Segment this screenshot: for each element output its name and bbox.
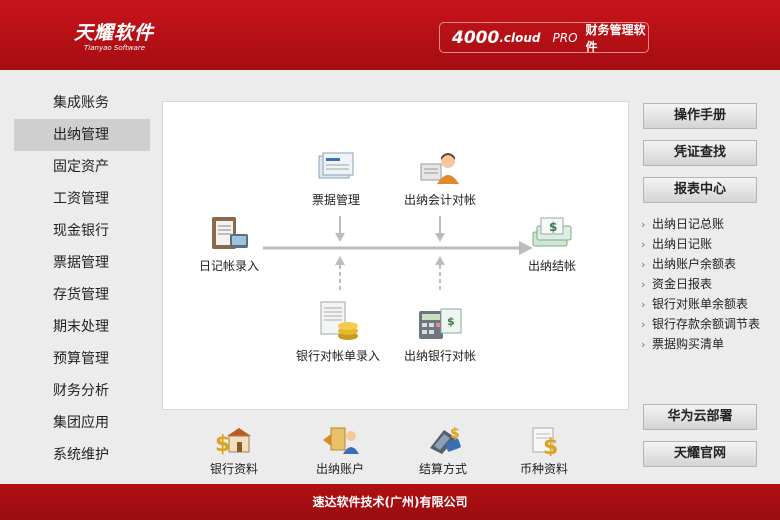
chevron-right-icon: › bbox=[641, 218, 646, 231]
nav-item-financial-analysis[interactable]: 财务分析 bbox=[14, 375, 150, 407]
nav-item-group-app[interactable]: 集团应用 bbox=[14, 407, 150, 439]
nav-item-cash-bank[interactable]: 现金银行 bbox=[14, 215, 150, 247]
nav-item-period-end[interactable]: 期末处理 bbox=[14, 311, 150, 343]
account-user-icon bbox=[323, 427, 359, 454]
chevron-right-icon: › bbox=[641, 278, 646, 291]
voucher-search-button[interactable]: 凭证查找 bbox=[643, 140, 757, 166]
report-link[interactable]: › 出纳日记账 bbox=[641, 234, 760, 254]
report-link-label: 银行对账单余额表 bbox=[652, 297, 749, 311]
report-link-label: 票据购买清单 bbox=[652, 337, 725, 351]
nav-item-budget[interactable]: 预算管理 bbox=[14, 343, 150, 375]
logo-cn: 天耀软件 bbox=[74, 22, 155, 44]
flow-journal-entry[interactable]: 日记帐录入 bbox=[199, 214, 259, 274]
statement-coins-icon bbox=[320, 301, 358, 340]
product-cloud: .cloud bbox=[499, 30, 541, 45]
tianyao-logo: 天耀软件 Tianyao Software bbox=[74, 18, 154, 52]
footer: 速达软件技术(广州)有限公司 bbox=[0, 484, 780, 520]
report-center-button[interactable]: 报表中心 bbox=[643, 177, 757, 203]
quick-bank-info-label: 银行资料 bbox=[210, 462, 259, 476]
chevron-right-icon: › bbox=[641, 318, 646, 331]
nav-item-integrated-accounting[interactable]: 集成账务 bbox=[14, 87, 150, 119]
report-link-label: 银行存款余额调节表 bbox=[652, 317, 761, 331]
nav-item-fixed-assets[interactable]: 固定资产 bbox=[14, 151, 150, 183]
flow-journal-entry-label: 日记帐录入 bbox=[199, 259, 260, 273]
app-header: 天耀软件 Tianyao Software 4000 .cloud PRO 财务… bbox=[0, 0, 780, 70]
svg-text:$: $ bbox=[215, 432, 230, 456]
quick-settlement-method[interactable]: $ 结算方式 bbox=[419, 424, 467, 477]
report-link-label: 出纳日记总账 bbox=[652, 217, 725, 231]
nav-item-inventory[interactable]: 存货管理 bbox=[14, 279, 150, 311]
report-link[interactable]: › 银行存款余额调节表 bbox=[641, 314, 760, 334]
report-link[interactable]: › 出纳账户余额表 bbox=[641, 254, 760, 274]
logo-en: Tianyao Software bbox=[84, 44, 146, 52]
svg-text:$: $ bbox=[450, 426, 460, 442]
quick-currency-info[interactable]: $ 币种资料 bbox=[520, 424, 568, 477]
svg-text:$: $ bbox=[549, 220, 557, 234]
currency-doc-icon: $ bbox=[532, 427, 558, 456]
flow-cashier-close-label: 出纳结帐 bbox=[527, 259, 576, 273]
sidebar-nav: 集成账务 出纳管理 固定资产 工资管理 现金银行 票据管理 存货管理 期末处理 … bbox=[14, 87, 150, 471]
flow-cashier-accounting-reconcile[interactable]: 出纳会计对帐 bbox=[404, 150, 476, 208]
chevron-right-icon: › bbox=[641, 238, 646, 251]
quick-cashier-account-label: 出纳账户 bbox=[316, 462, 365, 476]
nav-item-system-maintenance[interactable]: 系统维护 bbox=[14, 439, 150, 471]
calculator-money-icon: $ bbox=[419, 308, 462, 339]
bank-house-icon: $ bbox=[215, 428, 251, 456]
flow-bank-statement-entry-label: 银行对帐单录入 bbox=[296, 349, 381, 363]
nav-item-payroll[interactable]: 工资管理 bbox=[14, 183, 150, 215]
quick-cashier-account[interactable]: 出纳账户 bbox=[316, 424, 364, 477]
manual-button[interactable]: 操作手册 bbox=[643, 103, 757, 129]
cashier-flow-panel: 日记帐录入 票据管理 出纳会计对帐 $ 出纳结帐 银行对帐单录入 $ 出纳银行对… bbox=[162, 101, 629, 410]
flow-bank-statement-entry[interactable]: 银行对帐单录入 bbox=[296, 300, 380, 364]
quick-settlement-method-label: 结算方式 bbox=[419, 462, 468, 476]
flow-cashier-accounting-reconcile-label: 出纳会计对帐 bbox=[404, 193, 477, 207]
official-site-button[interactable]: 天耀官网 bbox=[643, 441, 757, 467]
flow-bill-management-label: 票据管理 bbox=[312, 193, 361, 207]
chevron-right-icon: › bbox=[641, 298, 646, 311]
svg-text:$: $ bbox=[447, 315, 455, 328]
footer-company: 速达软件技术(广州)有限公司 bbox=[312, 495, 468, 509]
svg-text:$: $ bbox=[543, 435, 558, 456]
huawei-cloud-button[interactable]: 华为云部署 bbox=[643, 404, 757, 430]
pos-terminal-icon: $ bbox=[430, 426, 461, 454]
bills-icon bbox=[318, 152, 354, 179]
report-link-label: 资金日报表 bbox=[652, 277, 713, 291]
flow-cashier-bank-reconcile[interactable]: $ 出纳银行对帐 bbox=[404, 305, 476, 364]
accountant-icon bbox=[420, 153, 459, 184]
money-stack-icon: $ bbox=[532, 217, 572, 247]
nav-item-bill-management[interactable]: 票据管理 bbox=[14, 247, 150, 279]
flow-bill-management[interactable]: 票据管理 bbox=[312, 150, 360, 208]
quick-currency-info-label: 币种资料 bbox=[520, 462, 569, 476]
product-edition: PRO bbox=[552, 30, 578, 45]
journal-book-icon bbox=[212, 217, 248, 249]
report-link[interactable]: › 票据购买清单 bbox=[641, 334, 760, 354]
report-link-label: 出纳账户余额表 bbox=[652, 257, 737, 271]
chevron-right-icon: › bbox=[641, 258, 646, 271]
report-list: › 出纳日记总账 › 出纳日记账 › 出纳账户余额表 › 资金日报表 › 银行对账单余额表… bbox=[641, 214, 760, 354]
nav-item-cashier-management[interactable]: 出纳管理 bbox=[14, 119, 150, 151]
report-link-label: 出纳日记账 bbox=[652, 237, 713, 251]
product-version: 4000 bbox=[452, 27, 500, 48]
flow-cashier-bank-reconcile-label: 出纳银行对帐 bbox=[404, 349, 477, 363]
quick-bank-info[interactable]: $ 银行资料 bbox=[210, 424, 258, 477]
flow-cashier-close[interactable]: $ 出纳结帐 bbox=[527, 214, 577, 274]
product-badge: 4000 .cloud PRO 财务管理软件 bbox=[439, 22, 649, 54]
report-link[interactable]: › 银行对账单余额表 bbox=[641, 294, 760, 314]
report-link[interactable]: › 出纳日记总账 bbox=[641, 214, 760, 234]
chevron-right-icon: › bbox=[641, 338, 646, 351]
product-name: 财务管理软件 bbox=[585, 22, 646, 54]
report-link[interactable]: › 资金日报表 bbox=[641, 274, 760, 294]
